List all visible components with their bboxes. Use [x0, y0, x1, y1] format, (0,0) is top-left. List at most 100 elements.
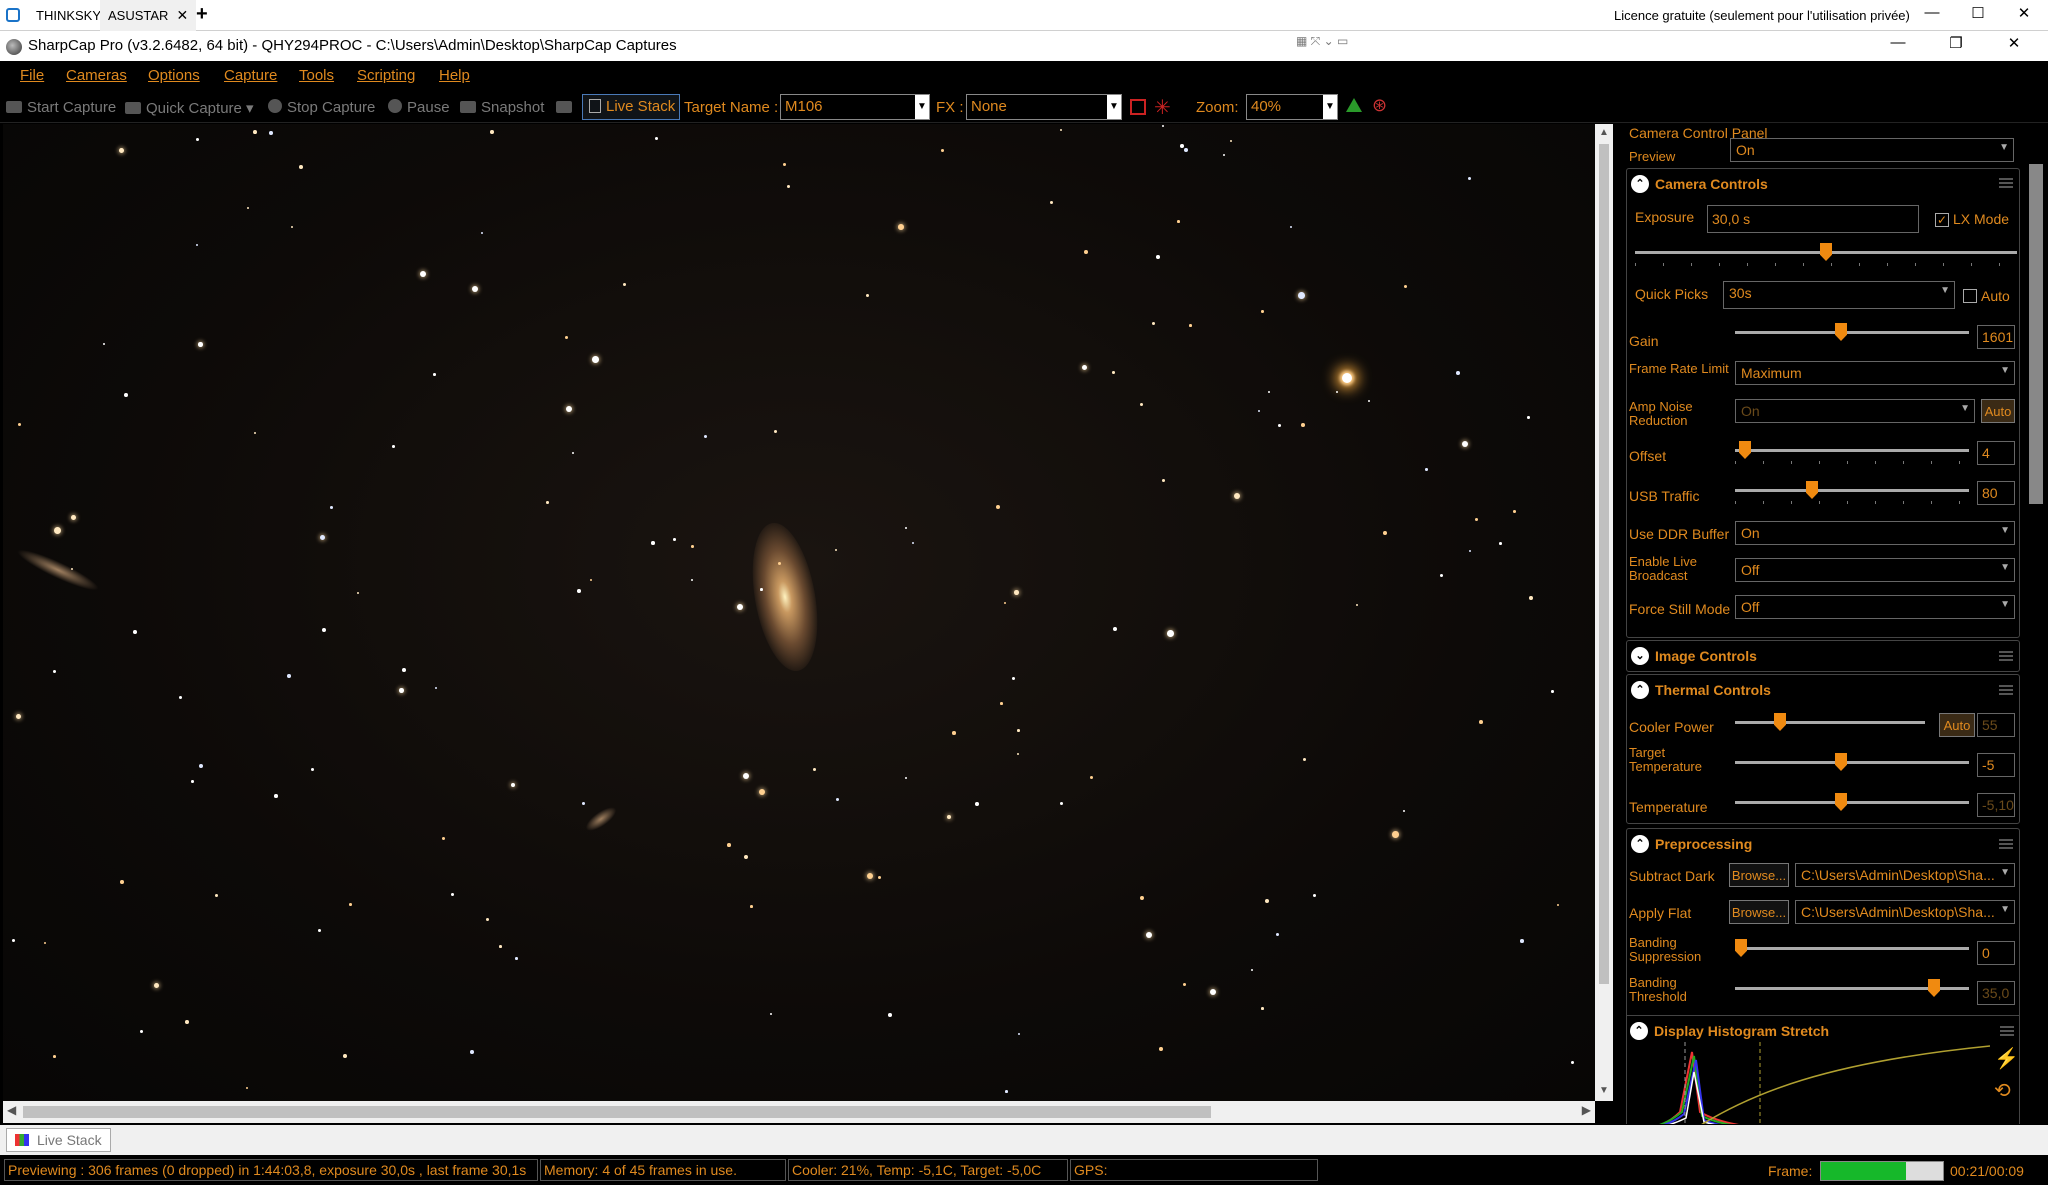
- slider-knob[interactable]: [1774, 713, 1786, 731]
- banding-threshold-input[interactable]: 35,0: [1977, 981, 2015, 1005]
- lx-mode-checkbox[interactable]: ✓: [1935, 213, 1949, 227]
- scrollbar-thumb[interactable]: [1599, 144, 1609, 984]
- scroll-up-icon[interactable]: ▲: [1595, 124, 1613, 142]
- close-icon[interactable]: ✕: [2004, 4, 2044, 22]
- tab-thinksky[interactable]: THINKSKY: [28, 0, 109, 31]
- banding-suppression-slider[interactable]: [1735, 939, 1969, 959]
- banding-suppression-input[interactable]: 0: [1977, 941, 2015, 965]
- menu-tools[interactable]: Tools: [299, 67, 334, 84]
- menu-help[interactable]: Help: [439, 67, 470, 84]
- flat-browse-button[interactable]: Browse...: [1729, 900, 1789, 924]
- live-broadcast-select[interactable]: Off ▼: [1735, 558, 2015, 582]
- histogram-plot[interactable]: [1630, 1042, 1990, 1124]
- app-close-icon[interactable]: ✕: [1994, 34, 2034, 52]
- dark-path-select[interactable]: C:\Users\Admin\Desktop\Sha... ▼: [1795, 863, 2015, 887]
- minimize-icon[interactable]: —: [1912, 4, 1952, 21]
- tab-asustar[interactable]: ASUSTAR ✕: [100, 0, 197, 31]
- hamburger-icon[interactable]: [1999, 839, 2013, 849]
- pause-button[interactable]: Pause: [388, 99, 450, 116]
- gain-slider[interactable]: [1735, 323, 1969, 343]
- live-stack-tab[interactable]: Live Stack: [6, 1128, 111, 1152]
- preprocessing-heading[interactable]: Preprocessing: [1655, 836, 1752, 852]
- cooler-power-slider[interactable]: [1735, 713, 1925, 733]
- exposure-input[interactable]: 30,0 s: [1707, 205, 1919, 233]
- frame-rate-select[interactable]: Maximum ▼: [1735, 361, 2015, 385]
- quick-capture-button[interactable]: Quick Capture ▾: [125, 99, 254, 117]
- scrollbar-thumb[interactable]: [2029, 164, 2043, 504]
- slider-knob[interactable]: [1928, 979, 1940, 997]
- live-stack-button[interactable]: Live Stack: [582, 94, 680, 120]
- banding-threshold-slider[interactable]: [1735, 979, 1969, 999]
- menu-file[interactable]: File: [20, 67, 44, 84]
- lightning-icon[interactable]: ⚡: [1994, 1046, 2019, 1071]
- usb-traffic-input[interactable]: 80: [1977, 481, 2015, 505]
- auto-checkbox[interactable]: [1963, 289, 1977, 303]
- menu-options[interactable]: Options: [148, 67, 200, 84]
- fx-select[interactable]: None ▼: [966, 94, 1122, 120]
- cooler-auto-button[interactable]: Auto: [1939, 713, 1975, 737]
- camera-controls-heading[interactable]: Camera Controls: [1655, 176, 1768, 192]
- chevron-down-icon[interactable]: ▼: [1107, 95, 1121, 119]
- chevron-down-icon[interactable]: ▼: [915, 95, 929, 119]
- hamburger-icon[interactable]: [1999, 651, 2013, 661]
- cooler-power-input[interactable]: 55: [1977, 713, 2015, 737]
- scrollbar-thumb[interactable]: [23, 1106, 1211, 1118]
- amp-noise-auto-button[interactable]: Auto: [1981, 399, 2015, 423]
- menu-capture[interactable]: Capture: [224, 67, 277, 84]
- scroll-left-icon[interactable]: ◀: [7, 1103, 16, 1117]
- slider-knob[interactable]: [1739, 441, 1751, 459]
- amp-noise-select[interactable]: On ▼: [1735, 399, 1975, 423]
- slider-knob[interactable]: [1735, 939, 1747, 957]
- maximize-icon[interactable]: ☐: [1958, 4, 1998, 22]
- histogram-icon[interactable]: [1346, 98, 1362, 112]
- viewer-vertical-scrollbar[interactable]: ▲ ▼: [1595, 124, 1613, 1101]
- force-still-select[interactable]: Off ▼: [1735, 595, 2015, 619]
- target-name-input[interactable]: M106 ▼: [780, 94, 930, 120]
- snapshot-button[interactable]: Snapshot: [460, 99, 544, 116]
- target-temp-slider[interactable]: [1735, 753, 1969, 773]
- menu-cameras[interactable]: Cameras: [66, 67, 127, 84]
- panel-scrollbar[interactable]: [2026, 144, 2046, 1124]
- offset-slider[interactable]: [1735, 441, 1969, 464]
- remote-toolbar-icon[interactable]: ▦ ⤧ ⌄ ▭: [1296, 34, 1348, 49]
- app-minimize-icon[interactable]: —: [1878, 34, 1918, 51]
- thermal-controls-heading[interactable]: Thermal Controls: [1655, 682, 1771, 698]
- exposure-slider[interactable]: [1635, 243, 2017, 266]
- zoom-select[interactable]: 40% ▼: [1246, 94, 1338, 120]
- scroll-down-icon[interactable]: ▼: [1595, 1082, 1613, 1100]
- chevron-up-icon[interactable]: ⌃: [1631, 175, 1649, 193]
- start-capture-button[interactable]: Start Capture: [6, 99, 116, 116]
- chevron-down-icon[interactable]: ⌄: [1631, 647, 1649, 665]
- hamburger-icon[interactable]: [2000, 1026, 2014, 1036]
- chevron-up-icon[interactable]: ⌃: [1630, 1022, 1648, 1040]
- app-restore-icon[interactable]: ❐: [1936, 34, 1976, 52]
- target-temp-input[interactable]: -5: [1977, 753, 2015, 777]
- display-icon[interactable]: [556, 99, 577, 116]
- crosshair-icon[interactable]: ✳: [1154, 95, 1171, 120]
- new-tab-icon[interactable]: +: [196, 3, 208, 26]
- tab-close-icon[interactable]: ✕: [176, 7, 188, 23]
- slider-knob[interactable]: [1806, 481, 1818, 499]
- reticle-icon[interactable]: [1130, 99, 1146, 115]
- quick-picks-select[interactable]: 30s ▼: [1723, 281, 1955, 309]
- stop-capture-button[interactable]: Stop Capture: [268, 99, 375, 116]
- chevron-up-icon[interactable]: ⌃: [1631, 681, 1649, 699]
- reset-icon[interactable]: ⟲: [1994, 1078, 2011, 1103]
- offset-input[interactable]: 4: [1977, 441, 2015, 465]
- dark-browse-button[interactable]: Browse...: [1729, 863, 1789, 887]
- preview-select[interactable]: On ▼: [1730, 138, 2014, 162]
- flat-path-select[interactable]: C:\Users\Admin\Desktop\Sha... ▼: [1795, 900, 2015, 924]
- menu-scripting[interactable]: Scripting: [357, 67, 415, 84]
- histogram-heading[interactable]: Display Histogram Stretch: [1654, 1023, 1829, 1039]
- scroll-right-icon[interactable]: ▶: [1582, 1103, 1591, 1117]
- gain-input[interactable]: 1601: [1977, 325, 2015, 349]
- chevron-down-icon[interactable]: ▼: [1323, 95, 1337, 119]
- viewer-horizontal-scrollbar[interactable]: ◀ ▶: [3, 1101, 1595, 1123]
- slider-knob[interactable]: [1820, 243, 1832, 261]
- image-controls-heading[interactable]: Image Controls: [1655, 648, 1757, 664]
- chevron-up-icon[interactable]: ⌃: [1631, 835, 1649, 853]
- hamburger-icon[interactable]: [1999, 685, 2013, 695]
- focus-assist-icon[interactable]: ⊛: [1372, 95, 1387, 116]
- slider-knob[interactable]: [1835, 323, 1847, 341]
- usb-traffic-slider[interactable]: [1735, 481, 1969, 504]
